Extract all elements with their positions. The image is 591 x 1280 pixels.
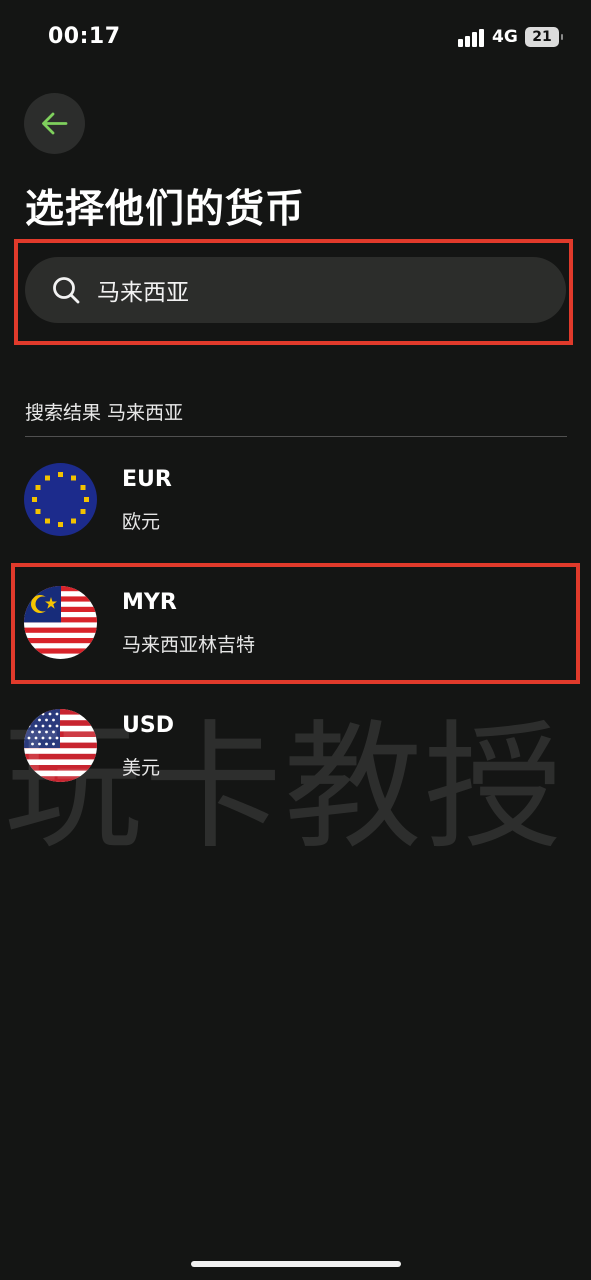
search-box[interactable]	[25, 257, 566, 323]
status-time: 00:17	[48, 24, 121, 49]
signal-strength-icon	[458, 29, 486, 47]
back-button[interactable]	[24, 93, 85, 154]
malaysia-flag-icon	[24, 586, 97, 659]
currency-name: 马来西亚林吉特	[122, 634, 256, 656]
currency-code: MYR	[122, 590, 177, 615]
currency-option-usd[interactable]: USD 美元	[0, 709, 591, 809]
results-heading: 搜索结果 马来西亚	[25, 402, 184, 424]
currency-option-myr[interactable]: MYR 马来西亚林吉特	[0, 586, 591, 686]
search-icon	[53, 277, 80, 304]
us-flag-icon	[24, 709, 97, 782]
battery-icon: 21	[525, 27, 563, 47]
page-title: 选择他们的货币	[25, 187, 306, 232]
currency-code: USD	[122, 713, 174, 738]
currency-option-eur[interactable]: EUR 欧元	[0, 463, 591, 563]
network-type: 4G	[492, 27, 518, 47]
status-bar: 00:17 4G 21	[0, 0, 591, 74]
currency-code: EUR	[122, 467, 172, 492]
divider	[25, 436, 567, 437]
search-input[interactable]	[97, 271, 537, 309]
currency-name: 美元	[122, 757, 161, 779]
home-indicator	[191, 1261, 401, 1267]
eu-flag-icon	[24, 463, 97, 536]
currency-name: 欧元	[122, 511, 161, 533]
arrow-left-icon	[42, 112, 68, 135]
